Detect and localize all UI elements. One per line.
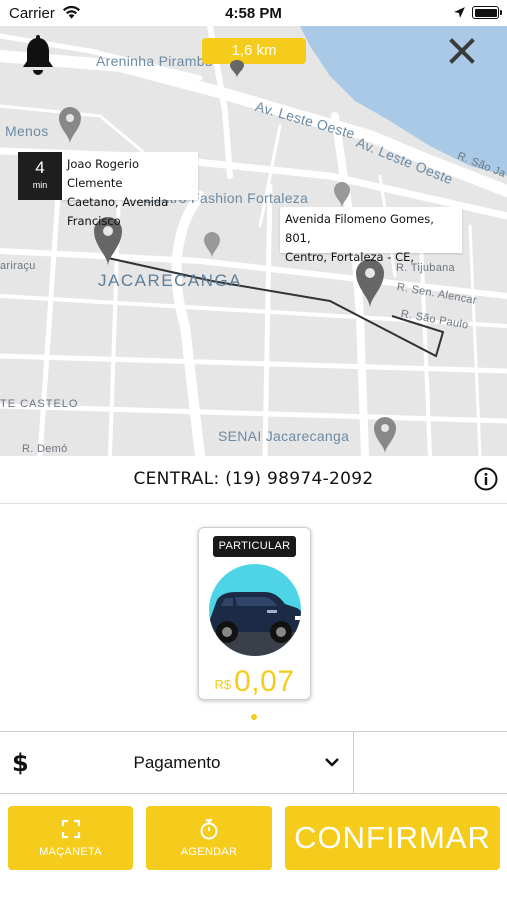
location-arrow-icon (454, 7, 465, 18)
origin-callout: Joao Rogerio Clemente Caetano, Avenida F… (62, 152, 198, 228)
payment-row: $ Pagamento (0, 731, 507, 794)
eta-box: 4 min (18, 152, 62, 200)
stopwatch-icon (200, 819, 218, 840)
destination-address-line-1: Avenida Filomeno Gomes, 801, (285, 212, 434, 245)
confirmar-button[interactable]: CONFIRMAR (285, 806, 500, 870)
destination-callout: Avenida Filomeno Gomes, 801, Centro, For… (280, 207, 462, 264)
price-currency: R$ (214, 677, 232, 692)
confirmar-label: CONFIRMAR (294, 820, 491, 855)
destination-address-line-2: Centro, Fortaleza - CE, (285, 250, 415, 264)
car-icon (209, 564, 301, 656)
vehicle-label: PARTICULAR (213, 536, 296, 557)
map-pointer-icon (230, 60, 244, 78)
eta-value: 4 (35, 158, 45, 177)
distance-badge: 1,6 km (202, 38, 306, 64)
expand-icon (61, 819, 80, 839)
vehicle-carousel[interactable]: PARTICULAR R$ 0,07 (0, 505, 507, 731)
map-label-demo: R. Demó (22, 443, 68, 455)
payment-label: Pagamento (133, 753, 221, 772)
map-view[interactable]: Areninha Pirambu Menos Av. Leste Oeste A… (0, 26, 507, 456)
origin-address-line-1: Joao Rogerio Clemente (67, 157, 140, 190)
close-icon[interactable] (447, 36, 477, 66)
agendar-button[interactable]: AGENDAR (146, 806, 272, 870)
map-label-iracu: ariraçu (0, 260, 36, 272)
map-label-menos: Menos (5, 123, 49, 139)
map-label-jacarecanga: JACARECANGA (98, 271, 243, 290)
battery-icon (472, 6, 502, 19)
payment-extra-field[interactable] (355, 732, 507, 794)
macaneta-button[interactable]: MAÇANETA (8, 806, 133, 870)
macaneta-label: MAÇANETA (39, 846, 102, 858)
map-label-senai: SENAI Jacarecanga (218, 428, 350, 444)
central-bar: CENTRAL: (19) 98974-2092 (0, 456, 507, 504)
bell-icon[interactable] (20, 35, 56, 77)
payment-select[interactable]: $ Pagamento (0, 732, 354, 794)
vehicle-card-particular[interactable]: PARTICULAR R$ 0,07 (198, 527, 311, 700)
central-phone[interactable]: CENTRAL: (19) 98974-2092 (0, 469, 507, 489)
eta-unit: min (32, 180, 48, 190)
map-label-areninha: Areninha Pirambu (96, 53, 213, 69)
page-indicator-dot (251, 714, 257, 720)
origin-address-line-2: Caetano, Avenida Francisco (67, 195, 169, 228)
chevron-down-icon (325, 758, 339, 767)
clock: 4:58 PM (225, 5, 282, 22)
status-bar: Carrier 4:58 PM (0, 0, 507, 26)
map-label-castelo: TE CASTELO (0, 398, 79, 410)
price-value: 0,07 (234, 665, 295, 698)
agendar-label: AGENDAR (180, 846, 238, 858)
vehicle-price: R$ 0,07 (199, 665, 310, 699)
info-icon[interactable] (474, 467, 498, 491)
